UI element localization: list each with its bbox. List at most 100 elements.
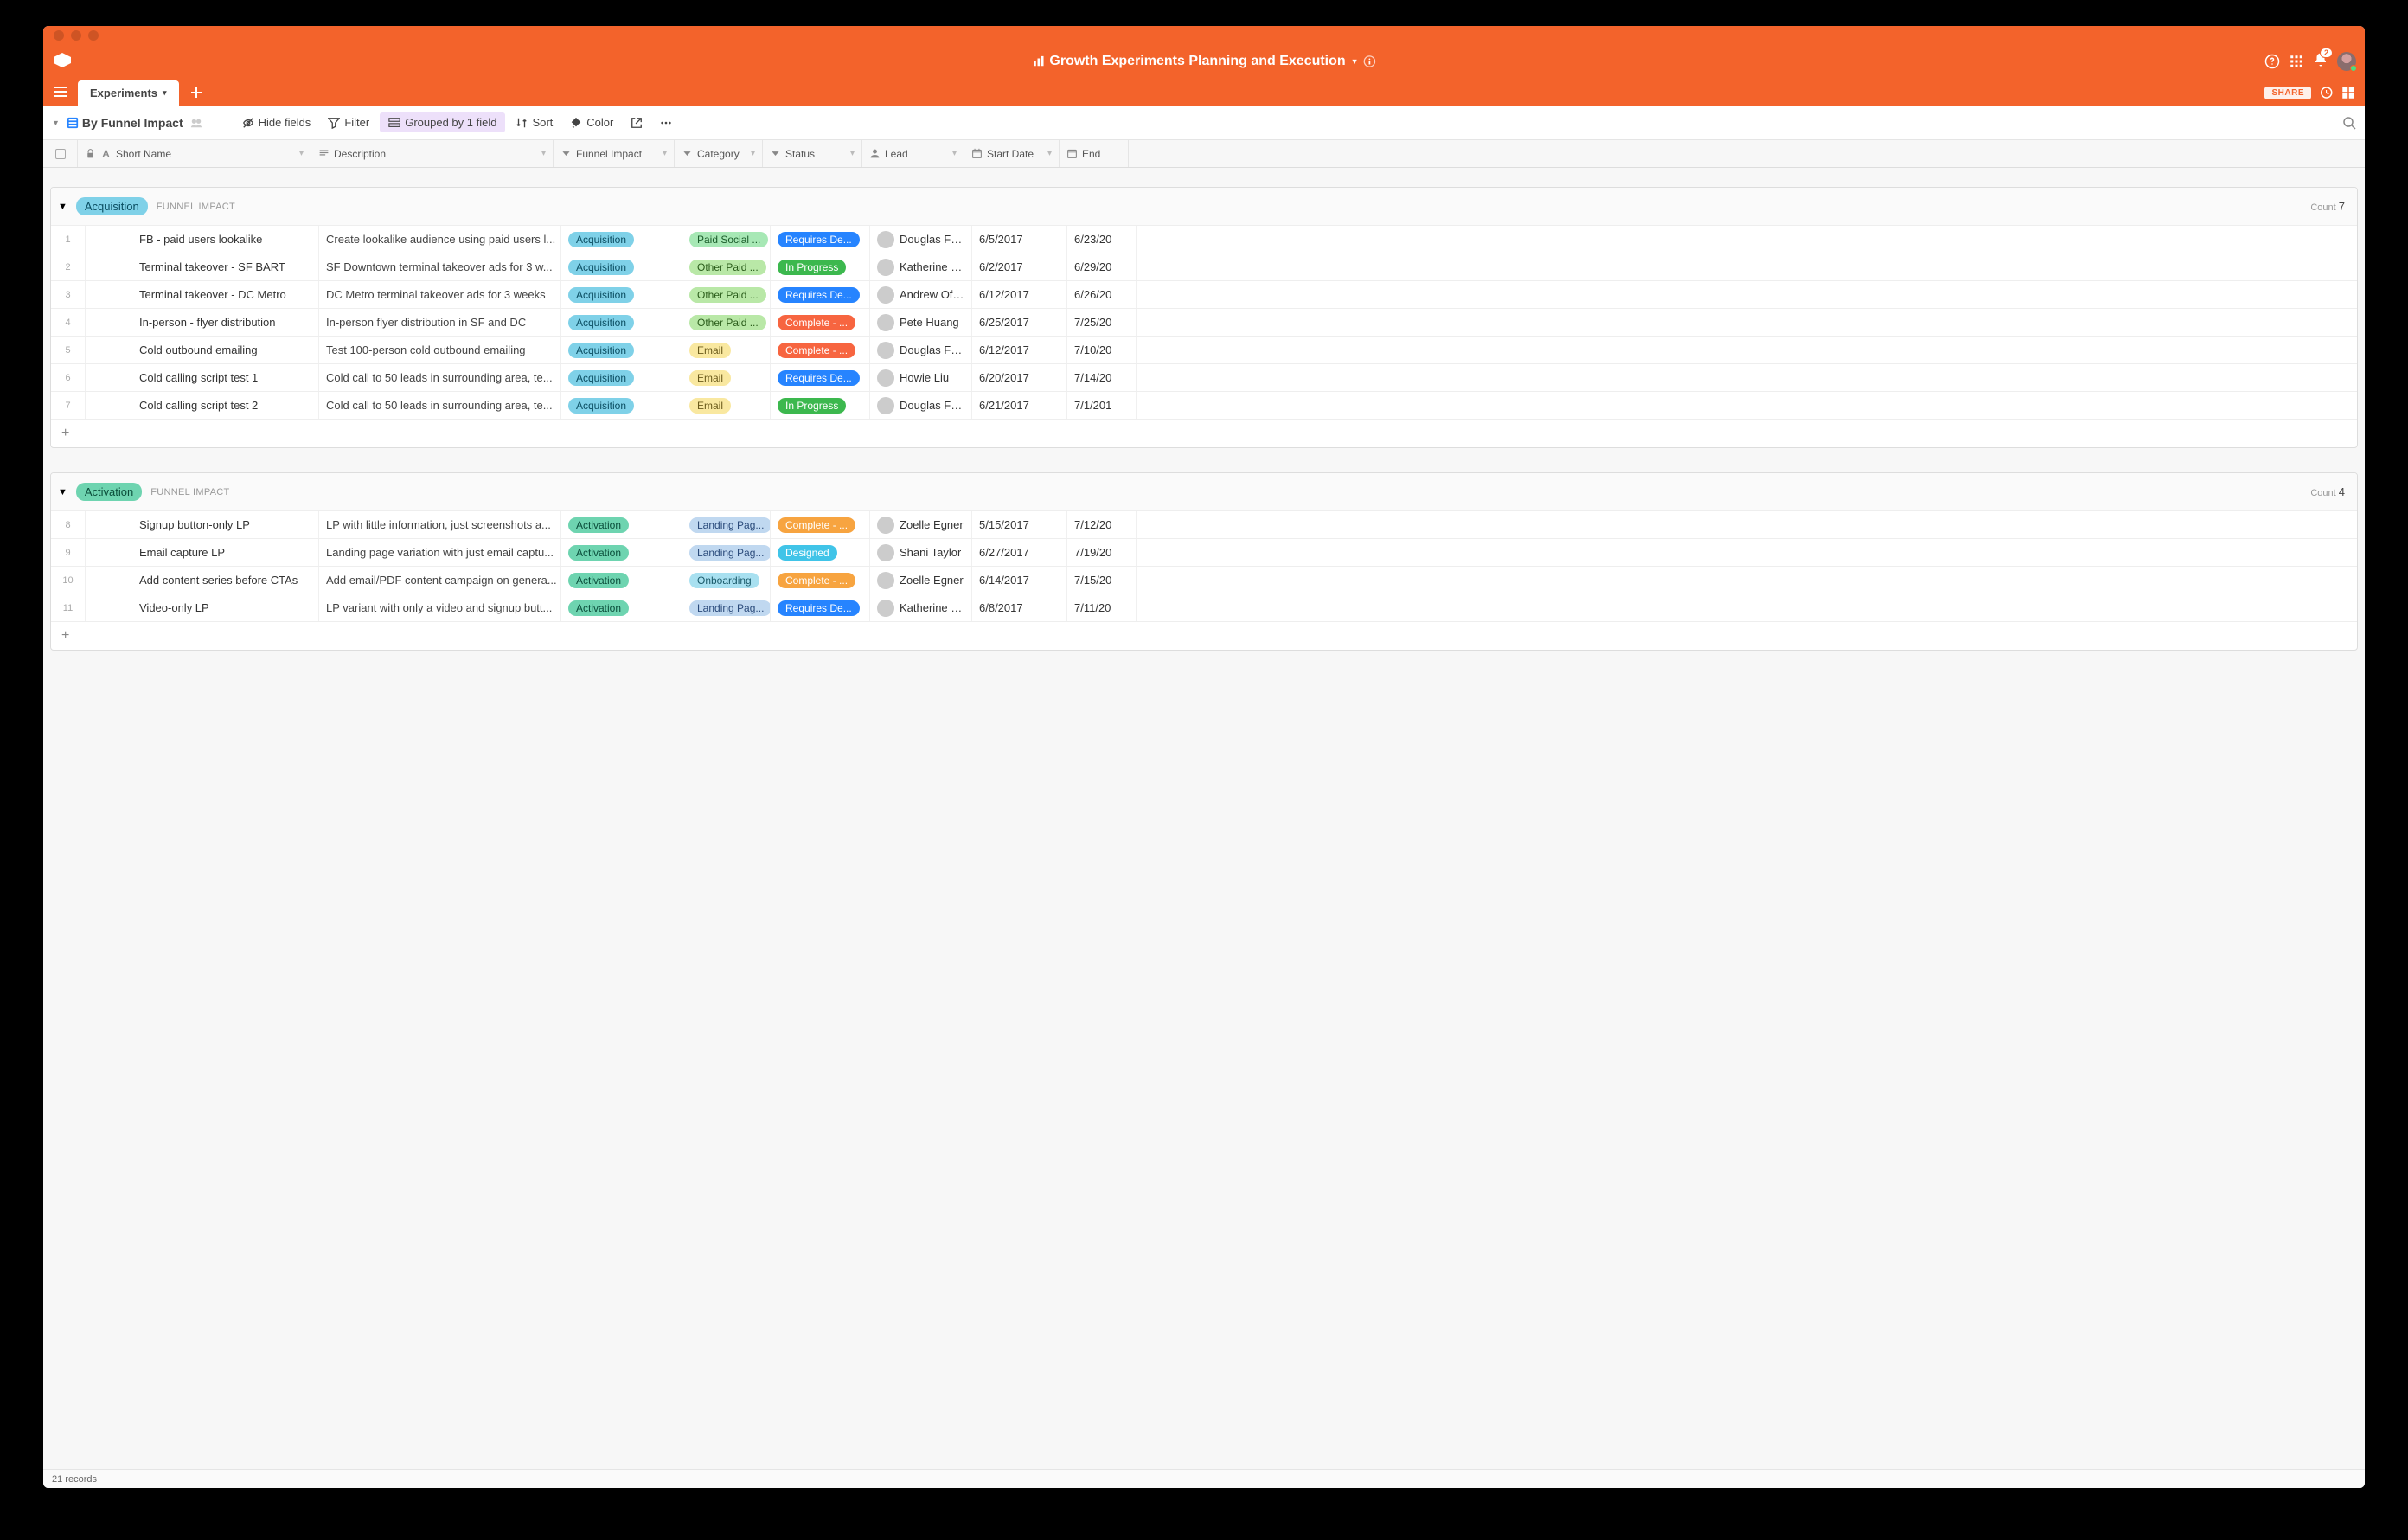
filter-button[interactable]: Filter [321, 112, 376, 132]
group-header[interactable]: ▼ Activation FUNNEL IMPACT Count 4 [51, 473, 2357, 511]
cell-description[interactable]: LP variant with only a video and signup … [319, 594, 561, 621]
traffic-light-minimize[interactable] [71, 30, 81, 41]
cell-lead[interactable]: Douglas Forst [870, 226, 972, 253]
more-button[interactable] [653, 113, 679, 132]
cell-short-name[interactable]: Email capture LP [86, 539, 319, 566]
group-collapse-toggle[interactable]: ▼ [58, 202, 67, 212]
cell-short-name[interactable]: Video-only LP [86, 594, 319, 621]
cell-end-date[interactable]: 7/10/20 [1067, 337, 1137, 363]
add-table-button[interactable] [186, 82, 207, 103]
cell-start-date[interactable]: 5/15/2017 [972, 511, 1067, 538]
record-row[interactable]: 9 Email capture LP Landing page variatio… [51, 539, 2357, 567]
cell-start-date[interactable]: 6/14/2017 [972, 567, 1067, 594]
traffic-light-zoom[interactable] [88, 30, 99, 41]
grid-viewport[interactable]: Short Name▾ Description▾ Funnel Impact▾ … [43, 140, 2365, 1469]
cell-lead[interactable]: Zoelle Egner [870, 567, 972, 594]
column-header-status[interactable]: Status▾ [763, 140, 862, 167]
cell-short-name[interactable]: Cold calling script test 2 [86, 392, 319, 419]
history-icon[interactable] [2318, 85, 2334, 100]
cell-funnel-impact[interactable]: Acquisition [561, 253, 682, 280]
cell-lead[interactable]: Howie Liu [870, 364, 972, 391]
search-icon[interactable] [2342, 116, 2356, 130]
cell-category[interactable]: Other Paid ... [682, 309, 771, 336]
cell-short-name[interactable]: Cold outbound emailing [86, 337, 319, 363]
traffic-light-close[interactable] [54, 30, 64, 41]
cell-short-name[interactable]: Signup button-only LP [86, 511, 319, 538]
cell-lead[interactable]: Zoelle Egner [870, 511, 972, 538]
user-avatar[interactable] [2337, 52, 2356, 71]
cell-status[interactable]: Requires De... [771, 594, 870, 621]
cell-short-name[interactable]: FB - paid users lookalike [86, 226, 319, 253]
cell-end-date[interactable]: 7/19/20 [1067, 539, 1137, 566]
record-row[interactable]: 10 Add content series before CTAs Add em… [51, 567, 2357, 594]
cell-category[interactable]: Other Paid ... [682, 253, 771, 280]
cell-funnel-impact[interactable]: Acquisition [561, 226, 682, 253]
row-number[interactable]: 7 [51, 392, 86, 419]
cell-start-date[interactable]: 6/21/2017 [972, 392, 1067, 419]
record-row[interactable]: 3 Terminal takeover - DC Metro DC Metro … [51, 281, 2357, 309]
row-number[interactable]: 5 [51, 337, 86, 363]
record-row[interactable]: 6 Cold calling script test 1 Cold call t… [51, 364, 2357, 392]
cell-short-name[interactable]: Terminal takeover - SF BART [86, 253, 319, 280]
cell-funnel-impact[interactable]: Acquisition [561, 364, 682, 391]
blocks-icon[interactable] [2341, 85, 2356, 100]
cell-funnel-impact[interactable]: Activation [561, 539, 682, 566]
cell-category[interactable]: Email [682, 337, 771, 363]
cell-description[interactable]: Add email/PDF content campaign on genera… [319, 567, 561, 594]
cell-funnel-impact[interactable]: Acquisition [561, 337, 682, 363]
cell-funnel-impact[interactable]: Acquisition [561, 309, 682, 336]
cell-short-name[interactable]: Add content series before CTAs [86, 567, 319, 594]
cell-funnel-impact[interactable]: Activation [561, 594, 682, 621]
info-icon[interactable] [1364, 55, 1376, 67]
cell-status[interactable]: Requires De... [771, 281, 870, 308]
cell-start-date[interactable]: 6/12/2017 [972, 337, 1067, 363]
row-number[interactable]: 6 [51, 364, 86, 391]
record-row[interactable]: 11 Video-only LP LP variant with only a … [51, 594, 2357, 622]
cell-description[interactable]: LP with little information, just screens… [319, 511, 561, 538]
group-collapse-toggle[interactable]: ▼ [58, 487, 67, 497]
cell-description[interactable]: SF Downtown terminal takeover ads for 3 … [319, 253, 561, 280]
cell-lead[interactable]: Andrew Ofstad [870, 281, 972, 308]
cell-lead[interactable]: Shani Taylor [870, 539, 972, 566]
cell-end-date[interactable]: 7/1/201 [1067, 392, 1137, 419]
row-number[interactable]: 11 [51, 594, 86, 621]
cell-end-date[interactable]: 7/14/20 [1067, 364, 1137, 391]
row-number[interactable]: 1 [51, 226, 86, 253]
cell-category[interactable]: Landing Pag... [682, 594, 771, 621]
cell-category[interactable]: Paid Social ... [682, 226, 771, 253]
cell-category[interactable]: Onboarding [682, 567, 771, 594]
cell-status[interactable]: Complete - ... [771, 567, 870, 594]
base-title[interactable]: Growth Experiments Planning and Executio… [1032, 54, 1375, 69]
collaborators-icon[interactable] [190, 117, 202, 129]
group-button[interactable]: Grouped by 1 field [380, 112, 505, 132]
cell-start-date[interactable]: 6/25/2017 [972, 309, 1067, 336]
cell-end-date[interactable]: 7/25/20 [1067, 309, 1137, 336]
view-switcher-toggle[interactable]: ▼ [52, 119, 60, 127]
column-header-category[interactable]: Category▾ [675, 140, 763, 167]
cell-funnel-impact[interactable]: Acquisition [561, 281, 682, 308]
cell-description[interactable]: DC Metro terminal takeover ads for 3 wee… [319, 281, 561, 308]
hide-fields-button[interactable]: Hide fields [235, 112, 318, 132]
column-header-start-date[interactable]: Start Date▾ [964, 140, 1060, 167]
cell-start-date[interactable]: 6/27/2017 [972, 539, 1067, 566]
cell-description[interactable]: Test 100-person cold outbound emailing [319, 337, 561, 363]
column-header-description[interactable]: Description▾ [311, 140, 554, 167]
cell-lead[interactable]: Katherine Duh [870, 253, 972, 280]
cell-end-date[interactable]: 7/11/20 [1067, 594, 1137, 621]
table-tab-experiments[interactable]: Experiments ▾ [78, 80, 179, 106]
cell-short-name[interactable]: In-person - flyer distribution [86, 309, 319, 336]
cell-lead[interactable]: Douglas Forst [870, 392, 972, 419]
cell-status[interactable]: Designed [771, 539, 870, 566]
cell-status[interactable]: Complete - ... [771, 309, 870, 336]
row-number[interactable]: 4 [51, 309, 86, 336]
cell-lead[interactable]: Katherine Duh [870, 594, 972, 621]
apps-grid-icon[interactable] [2289, 54, 2304, 69]
cell-category[interactable]: Email [682, 392, 771, 419]
cell-funnel-impact[interactable]: Activation [561, 567, 682, 594]
cell-start-date[interactable]: 6/2/2017 [972, 253, 1067, 280]
column-header-lead[interactable]: Lead▾ [862, 140, 964, 167]
cell-status[interactable]: Requires De... [771, 226, 870, 253]
cell-description[interactable]: Cold call to 50 leads in surrounding are… [319, 392, 561, 419]
cell-start-date[interactable]: 6/12/2017 [972, 281, 1067, 308]
cell-start-date[interactable]: 6/8/2017 [972, 594, 1067, 621]
